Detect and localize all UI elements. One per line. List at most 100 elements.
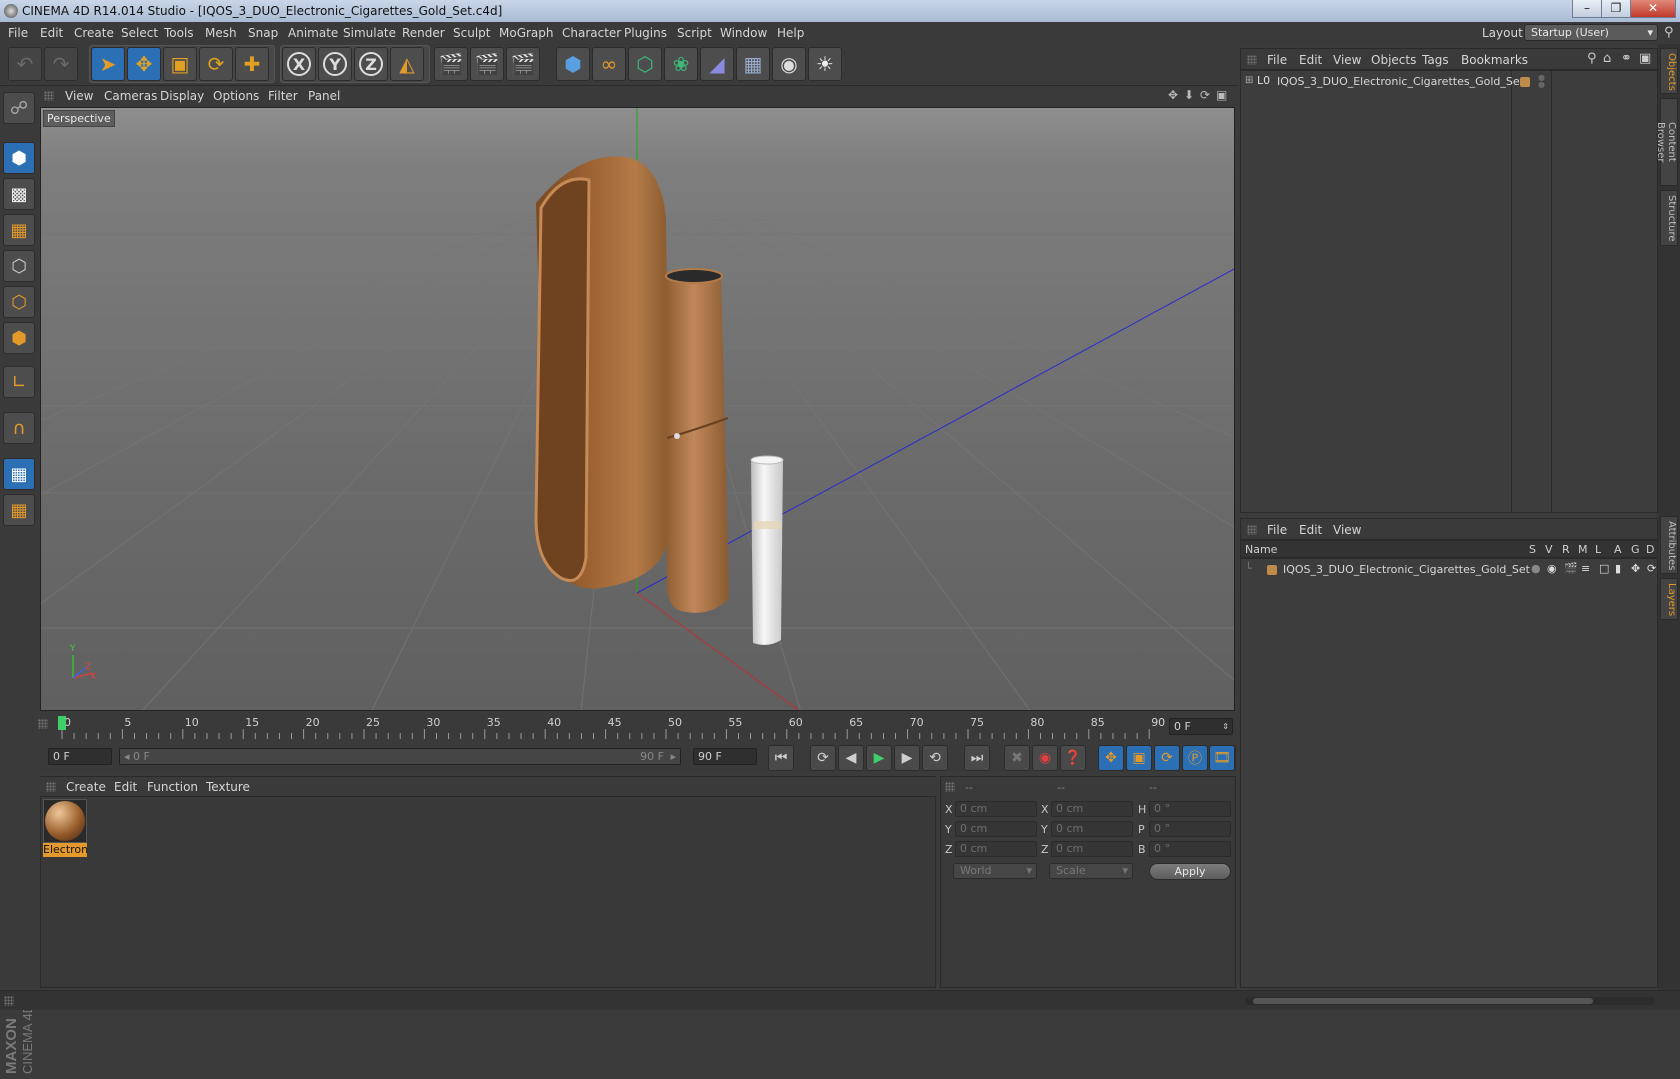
- next-frame-icon[interactable]: ▶: [894, 745, 920, 771]
- move-tool-icon[interactable]: ✥: [127, 47, 161, 81]
- object-menu-bookmarks[interactable]: Bookmarks: [1461, 53, 1528, 67]
- workplane-lock-icon[interactable]: ▦: [3, 458, 35, 490]
- live-selection-icon[interactable]: ➤: [91, 47, 125, 81]
- next-key-icon[interactable]: ⟲: [922, 745, 948, 771]
- menu-edit[interactable]: Edit: [40, 26, 63, 40]
- layer-menu-edit[interactable]: Edit: [1299, 523, 1322, 537]
- maximize-button[interactable]: ❐: [1601, 0, 1631, 18]
- generator-toggle-icon[interactable]: ✥: [1631, 562, 1640, 575]
- menu-character[interactable]: Character: [562, 26, 621, 40]
- rot-p-field[interactable]: 0 °: [1149, 821, 1231, 837]
- viewport-rotate-icon[interactable]: ⟳: [1200, 88, 1210, 102]
- viewport-menu-panel[interactable]: Panel: [308, 89, 340, 103]
- key-rotation-icon[interactable]: ⟳: [1154, 745, 1180, 771]
- tab-attributes[interactable]: Attributes: [1660, 516, 1678, 574]
- render-toggle-icon[interactable]: 🎬: [1564, 562, 1578, 575]
- expand-icon[interactable]: ⊞: [1245, 75, 1253, 86]
- iqos-charger-case[interactable]: [534, 156, 669, 589]
- camera-icon[interactable]: ◉: [772, 47, 806, 81]
- end-frame-field[interactable]: 90 F: [693, 748, 757, 765]
- menu-snap[interactable]: Snap: [248, 26, 278, 40]
- new-panel-icon[interactable]: ▣: [1639, 51, 1651, 66]
- menu-select[interactable]: Select: [121, 26, 158, 40]
- animation-toggle-icon[interactable]: ▮: [1615, 562, 1621, 575]
- y-axis-lock-icon[interactable]: Y: [318, 47, 352, 81]
- go-to-start-icon[interactable]: ⏮: [768, 745, 794, 771]
- column-generators[interactable]: G: [1631, 543, 1640, 556]
- horizontal-scrollbar[interactable]: [1245, 997, 1655, 1005]
- home-icon[interactable]: ⌂: [1603, 51, 1611, 66]
- solo-toggle-icon[interactable]: ●: [1531, 562, 1541, 575]
- material-menu-edit[interactable]: Edit: [114, 780, 137, 794]
- go-to-end-icon[interactable]: ⏭: [964, 745, 990, 771]
- transform-mode-dropdown[interactable]: Scale ▾: [1049, 863, 1133, 879]
- model-mode-icon[interactable]: ⬢: [3, 142, 35, 174]
- rotate-tool-icon[interactable]: ⟳: [199, 47, 233, 81]
- scale-tool-icon[interactable]: ▣: [163, 47, 197, 81]
- material-menu-function[interactable]: Function: [147, 780, 198, 794]
- visibility-dots-icon[interactable]: ● ●: [1538, 74, 1545, 89]
- timeline-ruler[interactable]: 0 5 10 15 20 25 30 35 40 45 50 55 60 65 70 75 80 85 90 0 F…: [38, 713, 1235, 740]
- object-row[interactable]: ⊞ L0 IQOS_3_DUO_Electronic_Cigarettes_Go…: [1245, 74, 1655, 90]
- undo-icon[interactable]: ↶: [8, 47, 42, 81]
- key-position-icon[interactable]: ✥: [1098, 745, 1124, 771]
- size-x-field[interactable]: 0 cm: [1051, 801, 1133, 817]
- make-editable-icon[interactable]: ☍: [3, 92, 35, 124]
- keyframe-selection-icon[interactable]: ❓: [1060, 745, 1086, 771]
- previous-key-icon[interactable]: ⟳: [810, 745, 836, 771]
- rot-b-field[interactable]: 0 °: [1149, 841, 1231, 857]
- layer-menu-file[interactable]: File: [1267, 523, 1287, 537]
- redo-icon[interactable]: ↷: [44, 47, 78, 81]
- render-view-icon[interactable]: 🎬: [434, 47, 468, 81]
- menu-mesh[interactable]: Mesh: [205, 26, 237, 40]
- deformer-bend-icon[interactable]: ◢: [700, 47, 734, 81]
- tab-content-browser[interactable]: Content Browser: [1655, 98, 1678, 186]
- perspective-viewport[interactable]: Perspective Y Z X: [40, 107, 1235, 711]
- coordinate-space-dropdown[interactable]: World ▾: [953, 863, 1037, 879]
- manager-toggle-icon[interactable]: ≡: [1581, 562, 1590, 575]
- layout-dropdown[interactable]: Startup (User) ▾: [1524, 24, 1658, 41]
- viewport-zoom-icon[interactable]: ⬇: [1184, 88, 1194, 102]
- menu-sculpt[interactable]: Sculpt: [453, 26, 490, 40]
- pos-x-field[interactable]: 0 cm: [955, 801, 1037, 817]
- rot-h-field[interactable]: 0 °: [1149, 801, 1231, 817]
- object-menu-file[interactable]: File: [1267, 53, 1287, 67]
- viewport-menu-filter[interactable]: Filter: [268, 89, 298, 103]
- timeline-window-icon[interactable]: 🎞: [1209, 745, 1235, 771]
- polygons-mode-icon[interactable]: ⬢: [3, 322, 35, 354]
- viewport-menu-cameras[interactable]: Cameras: [104, 89, 157, 103]
- render-settings-icon[interactable]: 🎬: [506, 47, 540, 81]
- column-solo[interactable]: S: [1529, 543, 1536, 556]
- material-item[interactable]: Electron: [43, 799, 87, 859]
- iqos-holder[interactable]: [665, 268, 729, 613]
- menu-animate[interactable]: Animate: [288, 26, 338, 40]
- edges-mode-icon[interactable]: ⬡: [3, 286, 35, 318]
- record-keys-icon[interactable]: ✖: [1004, 745, 1030, 771]
- search-icon[interactable]: ⚲: [1587, 51, 1597, 66]
- visible-toggle-icon[interactable]: ◉: [1547, 562, 1557, 575]
- apply-button[interactable]: Apply: [1149, 863, 1231, 880]
- planar-workplane-icon[interactable]: ▦: [3, 494, 35, 526]
- spline-pen-icon[interactable]: ∞: [592, 47, 626, 81]
- light-icon[interactable]: ☀: [808, 47, 842, 81]
- material-menu-texture[interactable]: Texture: [206, 780, 250, 794]
- viewport-menu-options[interactable]: Options: [213, 89, 259, 103]
- menu-create[interactable]: Create: [74, 26, 114, 40]
- layer-menu-view[interactable]: View: [1333, 523, 1361, 537]
- current-frame-field[interactable]: 0 F ⇕: [1169, 718, 1233, 735]
- tab-structure[interactable]: Structure: [1660, 190, 1678, 246]
- viewport-move-icon[interactable]: ✥: [1168, 88, 1178, 102]
- autokeying-icon[interactable]: ◉: [1032, 745, 1058, 771]
- playhead-marker[interactable]: [58, 716, 66, 730]
- points-mode-icon[interactable]: ⬡: [3, 250, 35, 282]
- menu-script[interactable]: Script: [677, 26, 712, 40]
- column-manager[interactable]: M: [1578, 543, 1588, 556]
- x-axis-lock-icon[interactable]: X: [282, 47, 316, 81]
- material-menu-create[interactable]: Create: [66, 780, 106, 794]
- axis-mode-icon[interactable]: ∟: [3, 366, 35, 398]
- key-scale-icon[interactable]: ▣: [1126, 745, 1152, 771]
- deformer-toggle-icon[interactable]: ⟳: [1647, 562, 1656, 575]
- panel-grip-icon[interactable]: [1247, 525, 1257, 535]
- close-button[interactable]: ✕: [1630, 0, 1676, 18]
- object-menu-tags[interactable]: Tags: [1422, 53, 1449, 67]
